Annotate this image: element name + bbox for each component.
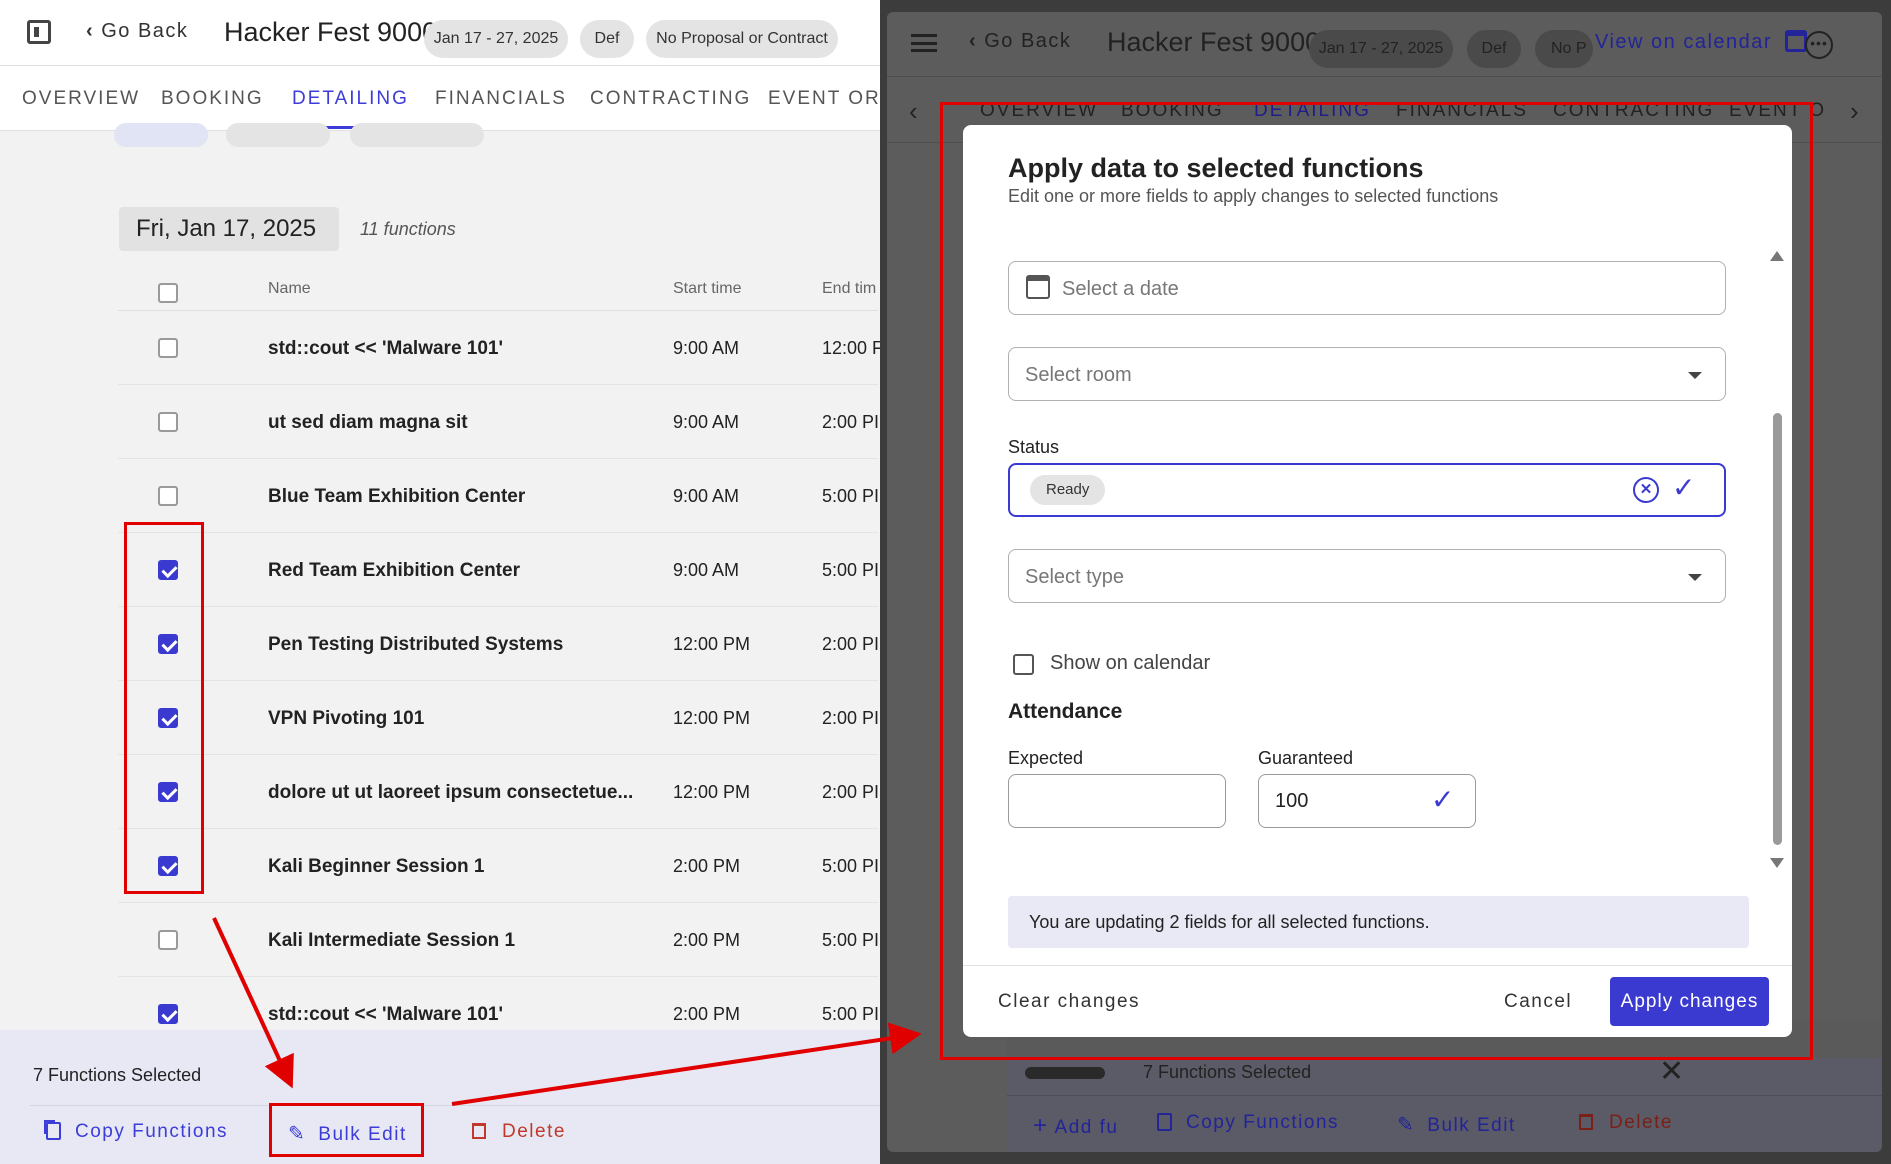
annotation-arrows — [212, 917, 922, 1106]
arrow-to-bulk-edit — [212, 917, 294, 1089]
arrow-to-modal — [451, 1022, 922, 1106]
